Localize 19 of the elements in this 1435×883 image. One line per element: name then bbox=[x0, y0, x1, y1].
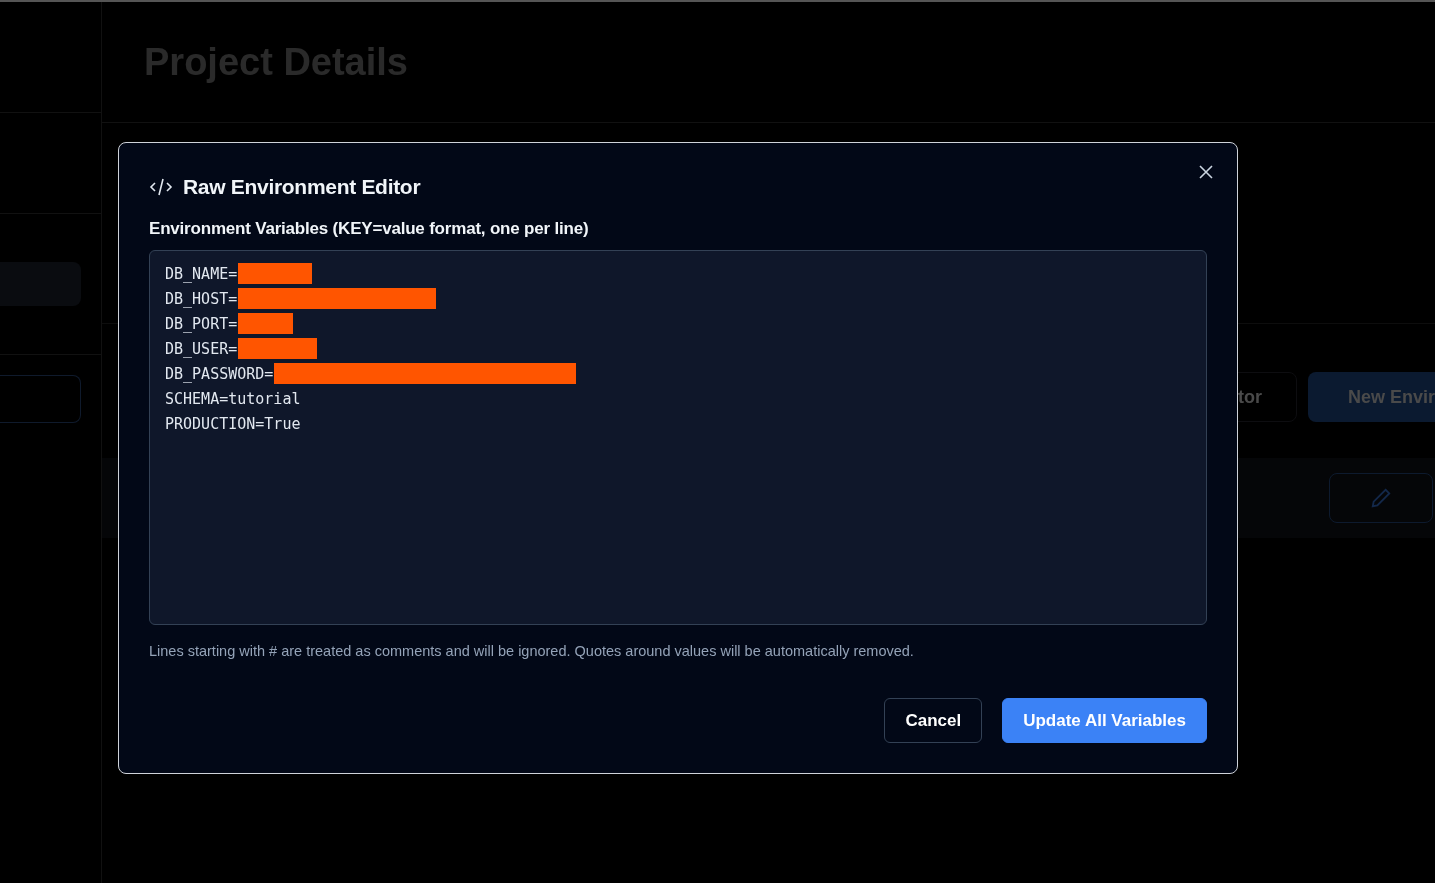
code-editor[interactable]: DB_NAME= DB_HOST= DB_PORT= DB_USER= DB_PASSWORD= SCHEMA=tutorial PRODUCTION=True bbox=[149, 250, 1207, 625]
pencil-icon bbox=[1370, 487, 1392, 509]
close-button[interactable] bbox=[1197, 163, 1215, 181]
sidebar-item[interactable] bbox=[0, 375, 81, 423]
update-button[interactable]: Update All Variables bbox=[1002, 698, 1207, 743]
dialog-title: Raw Environment Editor bbox=[183, 175, 421, 199]
env-line: DB_NAME= bbox=[165, 264, 238, 283]
env-line: DB_HOST= bbox=[165, 289, 238, 308]
edit-button[interactable] bbox=[1329, 473, 1433, 523]
env-line: PRODUCTION=True bbox=[165, 414, 301, 433]
env-line: DB_PASSWORD= bbox=[165, 364, 274, 383]
close-icon bbox=[1199, 165, 1213, 179]
field-label: Environment Variables (KEY=value format, one per line) bbox=[149, 219, 590, 239]
cancel-button[interactable]: Cancel bbox=[884, 698, 983, 743]
code-icon bbox=[149, 178, 173, 196]
env-line: DB_USER= bbox=[165, 339, 238, 358]
hint-text: Lines starting with # are treated as comments and will be ignored. Quotes around values will be automatically removed. bbox=[149, 643, 915, 659]
env-line: DB_PORT= bbox=[165, 314, 238, 333]
env-line: SCHEMA=tutorial bbox=[165, 389, 301, 408]
